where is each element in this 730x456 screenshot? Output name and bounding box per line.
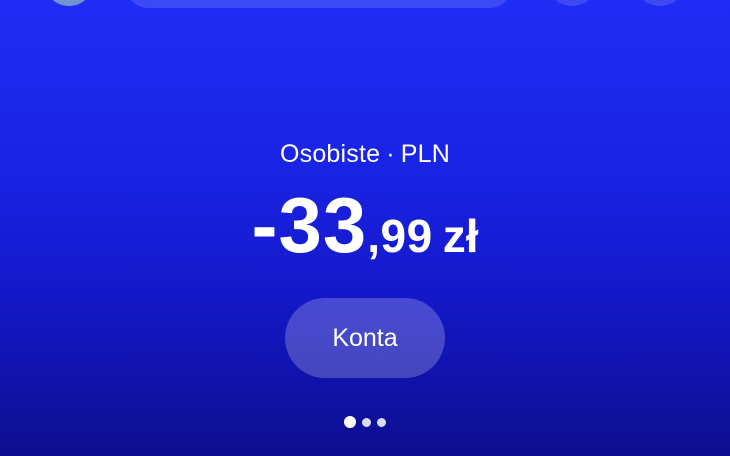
balance-currency: zł (442, 210, 479, 262)
account-name: Osobiste (279, 140, 381, 168)
page-dot-active[interactable] (344, 416, 356, 428)
page-indicator (0, 416, 730, 428)
top-action-button[interactable] (634, 0, 686, 6)
account-currency: PLN (400, 140, 451, 168)
page-dot[interactable] (377, 417, 386, 427)
account-title: Osobiste · PLN (0, 140, 730, 169)
avatar[interactable] (44, 0, 94, 6)
top-action-button[interactable] (546, 0, 598, 6)
account-balance: -33,99 zł (0, 186, 730, 264)
page-dot[interactable] (362, 417, 371, 427)
search-bar[interactable] (126, 0, 512, 8)
top-bar (0, 0, 730, 12)
balance-decimal: ,99 (367, 210, 433, 262)
accounts-button[interactable]: Konta (285, 298, 445, 378)
balance-integer: -33 (251, 181, 368, 269)
account-separator: · (386, 140, 395, 168)
